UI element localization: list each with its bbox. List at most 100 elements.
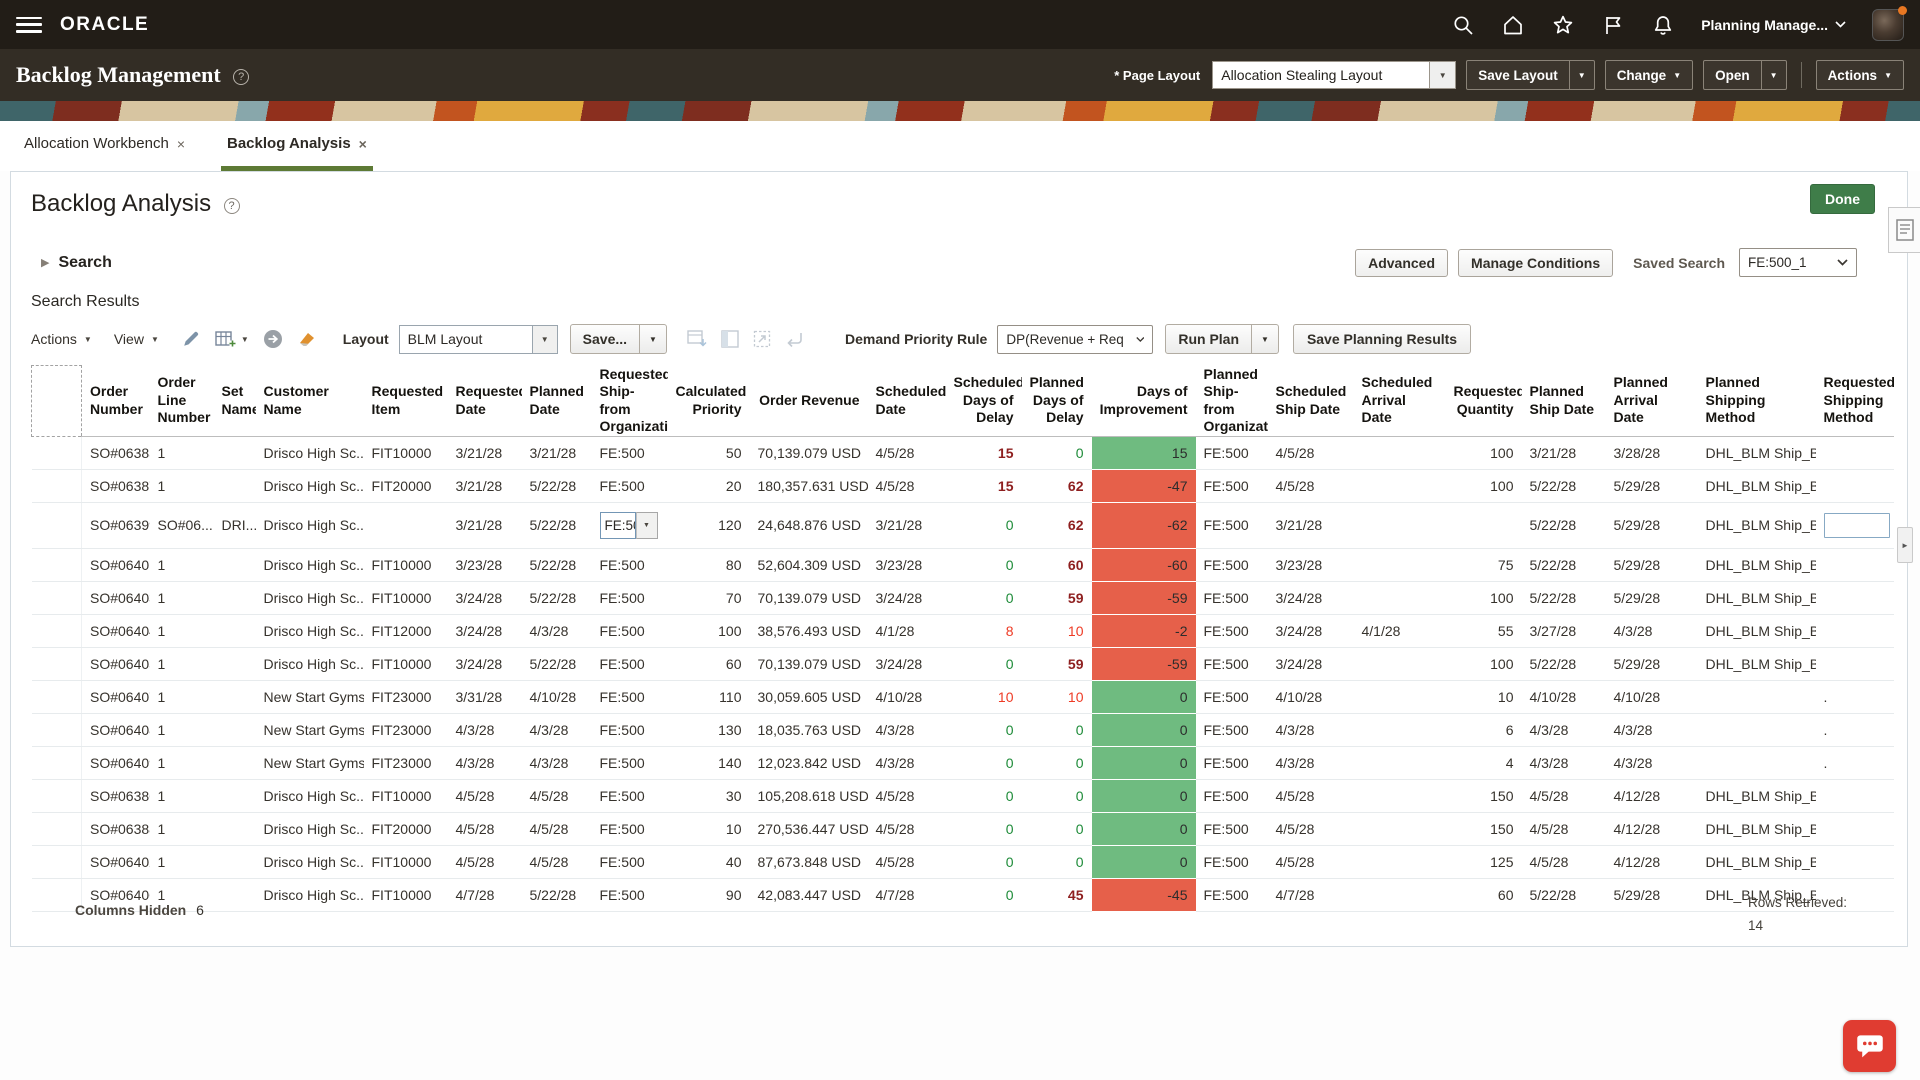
cell-scheduled_date[interactable]: 3/24/28	[868, 647, 946, 680]
cell-req_ship_method[interactable]	[1816, 548, 1894, 581]
cell-req_qty[interactable]: 150	[1446, 779, 1522, 812]
cell-order_revenue[interactable]: 70,139.079 USD	[750, 581, 868, 614]
page-layout-caret-icon[interactable]: ▼	[1430, 61, 1456, 89]
cell-plan_ship_date[interactable]: 4/3/28	[1522, 713, 1606, 746]
cell-planned_delay[interactable]: 10	[1022, 614, 1092, 647]
cell-plan_arrival_date[interactable]: 4/12/28	[1606, 812, 1698, 845]
cell-order_number[interactable]: SO#06409	[82, 746, 150, 779]
table-row[interactable]: SO#064071New Start GymsFIT230003/31/284/…	[32, 680, 1894, 713]
column-header-planned_delay[interactable]: Planned Days of Delay	[1022, 366, 1092, 437]
cell-order_revenue[interactable]: 87,673.848 USD	[750, 845, 868, 878]
cell-gutter[interactable]	[32, 680, 82, 713]
cell-plan_arrival_date[interactable]: 5/29/28	[1606, 647, 1698, 680]
cell-scheduled_date[interactable]: 3/21/28	[868, 502, 946, 548]
grid-view-menu[interactable]: View▼	[114, 331, 159, 347]
cell-sched_arrival_date[interactable]	[1354, 746, 1446, 779]
cell-plan_ship_org[interactable]: FE:500	[1196, 713, 1268, 746]
avatar[interactable]	[1872, 9, 1904, 41]
cell-requested_item[interactable]: FIT23000	[364, 680, 448, 713]
cell-customer[interactable]: Drisco High Sc...	[256, 436, 364, 469]
cell-order_line[interactable]: 1	[150, 581, 214, 614]
cell-req_ship_org[interactable]: FE:500	[592, 746, 668, 779]
cell-req_ship_org[interactable]: FE:500	[592, 812, 668, 845]
close-icon[interactable]: ×	[359, 136, 367, 152]
done-button[interactable]: Done	[1810, 184, 1875, 214]
cell-order_line[interactable]: 1	[150, 647, 214, 680]
cell-req_ship_org[interactable]: FE:500	[592, 680, 668, 713]
cell-improvement[interactable]: 0	[1092, 779, 1196, 812]
cell-plan_ship_date[interactable]: 4/10/28	[1522, 680, 1606, 713]
cell-plan_ship_method[interactable]	[1698, 746, 1816, 779]
help-icon[interactable]: ?	[233, 69, 249, 85]
cell-req_ship_method[interactable]	[1816, 502, 1894, 548]
cell-improvement[interactable]: 0	[1092, 845, 1196, 878]
cell-order_revenue[interactable]: 180,357.631 USD	[750, 469, 868, 502]
search-icon[interactable]	[1451, 13, 1475, 37]
cell-sched_ship_date[interactable]: 4/5/28	[1268, 469, 1354, 502]
cell-plan_arrival_date[interactable]: 4/10/28	[1606, 680, 1698, 713]
cell-order_revenue[interactable]: 270,536.447 USD	[750, 812, 868, 845]
cell-calc_priority[interactable]: 20	[668, 469, 750, 502]
side-panel-toggle[interactable]	[1888, 207, 1920, 253]
column-header-sched_delay[interactable]: Scheduled Days of Delay	[946, 366, 1022, 437]
cell-plan_ship_date[interactable]: 4/3/28	[1522, 746, 1606, 779]
req_ship_org-caret-icon[interactable]: ▼	[636, 512, 658, 539]
cell-scheduled_date[interactable]: 3/24/28	[868, 581, 946, 614]
cell-gutter[interactable]	[32, 469, 82, 502]
cell-sched_delay[interactable]: 0	[946, 647, 1022, 680]
cell-sched_ship_date[interactable]: 3/24/28	[1268, 581, 1354, 614]
cell-order_revenue[interactable]: 30,059.605 USD	[750, 680, 868, 713]
cell-customer[interactable]: New Start Gyms	[256, 680, 364, 713]
eraser-icon[interactable]	[297, 329, 317, 349]
cell-scheduled_date[interactable]: 4/5/28	[868, 779, 946, 812]
save-caret-icon[interactable]: ▼	[639, 325, 666, 353]
cell-scheduled_date[interactable]: 4/5/28	[868, 436, 946, 469]
cell-order_number[interactable]: SO#06402	[82, 845, 150, 878]
cell-sched_ship_date[interactable]: 4/10/28	[1268, 680, 1354, 713]
cell-planned_date[interactable]: 3/21/28	[522, 436, 592, 469]
cell-plan_ship_method[interactable]: DHL_BLM Ship_BLI	[1698, 581, 1816, 614]
table-row[interactable]: SO#064081New Start GymsFIT230004/3/284/3…	[32, 713, 1894, 746]
edit-pencil-icon[interactable]	[181, 329, 201, 349]
cell-planned_date[interactable]: 4/3/28	[522, 746, 592, 779]
cell-improvement[interactable]: 15	[1092, 436, 1196, 469]
run-plan-caret-icon[interactable]: ▼	[1251, 325, 1278, 353]
cell-requested_item[interactable]: FIT10000	[364, 647, 448, 680]
cell-req_ship_method[interactable]	[1816, 812, 1894, 845]
cell-sched_arrival_date[interactable]	[1354, 436, 1446, 469]
cell-requested_item[interactable]: FIT10000	[364, 548, 448, 581]
cell-req_ship_method[interactable]: .	[1816, 746, 1894, 779]
table-row[interactable]: SO#06399SO#06...DRI...Drisco High Sc...3…	[32, 502, 1894, 548]
flag-icon[interactable]	[1601, 13, 1625, 37]
cell-req_ship_org[interactable]: FE:500	[592, 845, 668, 878]
cell-gutter[interactable]	[32, 845, 82, 878]
cell-calc_priority[interactable]: 30	[668, 779, 750, 812]
cell-planned_date[interactable]: 5/22/28	[522, 548, 592, 581]
favorites-icon[interactable]	[1551, 13, 1575, 37]
cell-order_line[interactable]: 1	[150, 436, 214, 469]
cell-sched_ship_date[interactable]: 3/24/28	[1268, 647, 1354, 680]
cell-req_ship_method[interactable]	[1816, 647, 1894, 680]
cell-order_line[interactable]: 1	[150, 779, 214, 812]
actions-button[interactable]: Actions▼	[1816, 60, 1904, 90]
cell-order_line[interactable]: 1	[150, 548, 214, 581]
table-row[interactable]: SO#064041Drisco High Sc...FIT120003/24/2…	[32, 614, 1894, 647]
close-icon[interactable]: ×	[177, 136, 185, 152]
cell-requested_item[interactable]: FIT20000	[364, 812, 448, 845]
cell-gutter[interactable]	[32, 614, 82, 647]
table-row[interactable]: SO#064051Drisco High Sc...FIT100003/24/2…	[32, 647, 1894, 680]
cell-req_qty[interactable]: 150	[1446, 812, 1522, 845]
manage-conditions-button[interactable]: Manage Conditions	[1458, 249, 1613, 277]
cell-planned_date[interactable]: 5/22/28	[522, 502, 592, 548]
cell-sched_delay[interactable]: 15	[946, 469, 1022, 502]
cell-planned_delay[interactable]: 10	[1022, 680, 1092, 713]
cell-plan_ship_method[interactable]	[1698, 680, 1816, 713]
cell-order_revenue[interactable]: 38,576.493 USD	[750, 614, 868, 647]
cell-order_number[interactable]: SO#06407	[82, 680, 150, 713]
tab-allocation-workbench[interactable]: Allocation Workbench ×	[18, 135, 191, 171]
cell-order_line[interactable]: 1	[150, 614, 214, 647]
cell-order_line[interactable]: SO#06...	[150, 502, 214, 548]
cell-planned_date[interactable]: 4/5/28	[522, 845, 592, 878]
cell-plan_arrival_date[interactable]: 5/29/28	[1606, 548, 1698, 581]
cell-order_number[interactable]: SO#06388	[82, 812, 150, 845]
